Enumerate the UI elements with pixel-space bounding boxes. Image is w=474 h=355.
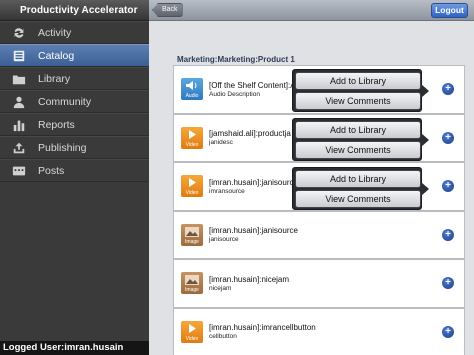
item-title: [imran.husain]:janisource (209, 226, 298, 236)
posts-icon (0, 164, 38, 178)
item-subtitle: janisource (209, 236, 239, 244)
item-subtitle: cellbutton (209, 333, 237, 341)
item-subtitle: Audio Description (209, 90, 260, 98)
list-icon (0, 49, 38, 63)
image-icon: Image (181, 272, 203, 295)
view-comments-button[interactable]: View Comments (295, 190, 421, 208)
view-comments-button[interactable]: View Comments (295, 92, 421, 110)
sidebar-item-label: Posts (38, 164, 65, 177)
sidebar-item-library[interactable]: Library (0, 67, 149, 90)
view-comments-button[interactable]: View Comments (295, 141, 421, 159)
plus-icon[interactable]: + (442, 83, 454, 95)
plus-icon[interactable]: + (442, 277, 454, 289)
type-label: Audio (185, 93, 199, 100)
video-icon: Video (181, 175, 203, 198)
app-title: Productivity Accelerator (20, 4, 138, 16)
sidebar-item-label: Library (38, 72, 71, 85)
plus-icon[interactable]: + (442, 325, 454, 338)
sidebar-item-catalog[interactable]: Catalog (0, 44, 149, 67)
people-icon (0, 95, 38, 109)
popover-arrow (421, 182, 429, 196)
sidebar-item-activity[interactable]: Activity (0, 21, 149, 44)
type-label: Image (185, 238, 199, 245)
back-button[interactable]: Back (152, 3, 183, 17)
type-label: Video (185, 141, 199, 148)
sidebar-item-reports[interactable]: Reports (0, 113, 149, 136)
sidebar-item-label: Catalog (38, 49, 75, 62)
action-popover: Add to Library View Comments (292, 167, 429, 210)
logout-button[interactable]: Logout (431, 3, 468, 18)
sidebar-item-label: Reports (38, 118, 75, 131)
video-icon: Video (181, 126, 203, 149)
refresh-icon (0, 26, 38, 40)
item-title: [imran.husain]:janisource (209, 177, 298, 187)
list-item[interactable]: Image [imran.husain]:nicejam nicejam + (173, 259, 465, 308)
sidebar: Productivity Accelerator Activity Catalo… (0, 0, 149, 355)
add-to-library-button[interactable]: Add to Library (295, 72, 421, 90)
publish-icon (0, 141, 38, 155)
sidebar-item-publishing[interactable]: Publishing (0, 136, 149, 159)
popover-arrow (421, 133, 429, 147)
audio-icon: Audio (181, 78, 203, 101)
add-to-library-button[interactable]: Add to Library (295, 121, 421, 139)
top-toolbar: Back Logout (149, 0, 474, 21)
action-popover: Add to Library View Comments (292, 118, 429, 161)
plus-icon[interactable]: + (442, 131, 454, 144)
item-subtitle: janidesc (209, 139, 233, 147)
list-item[interactable]: Video [imran.husain]:imrancellbutton cel… (173, 307, 465, 355)
sidebar-item-label: Community (38, 95, 92, 108)
type-label: Video (185, 335, 199, 342)
sidebar-item-posts[interactable]: Posts (0, 159, 149, 182)
folder-icon (0, 72, 38, 86)
type-label: Image (185, 287, 199, 294)
logged-user-label: Logged User:imran.husain (0, 341, 149, 355)
popover-arrow (421, 84, 429, 98)
bar-chart-icon (0, 118, 38, 132)
item-title: [imran.husain]:nicejam (209, 274, 290, 284)
item-subtitle: imransource (209, 187, 245, 195)
list-item[interactable]: Image [imran.husain]:janisource janisour… (173, 210, 465, 259)
item-subtitle: nicejam (209, 284, 232, 292)
item-title: [imran.husain]:imrancellbutton (209, 323, 316, 333)
sidebar-item-community[interactable]: Community (0, 90, 149, 113)
sidebar-item-label: Publishing (38, 141, 87, 154)
sidebar-item-label: Activity (38, 26, 72, 39)
add-to-library-button[interactable]: Add to Library (295, 170, 421, 188)
app-header: Productivity Accelerator (0, 0, 149, 21)
image-icon: Image (181, 223, 203, 246)
breadcrumb: Marketing:Marketing:Product 1 (177, 55, 295, 64)
item-title: [Off the Shelf Content]:A (209, 80, 296, 90)
plus-icon[interactable]: + (442, 228, 454, 241)
plus-icon[interactable]: + (442, 180, 454, 192)
type-label: Video (185, 190, 199, 197)
action-popover: Add to Library View Comments (292, 69, 429, 112)
item-title: [jamshaid.ali]:productja (209, 129, 291, 139)
video-icon: Video (181, 320, 203, 343)
